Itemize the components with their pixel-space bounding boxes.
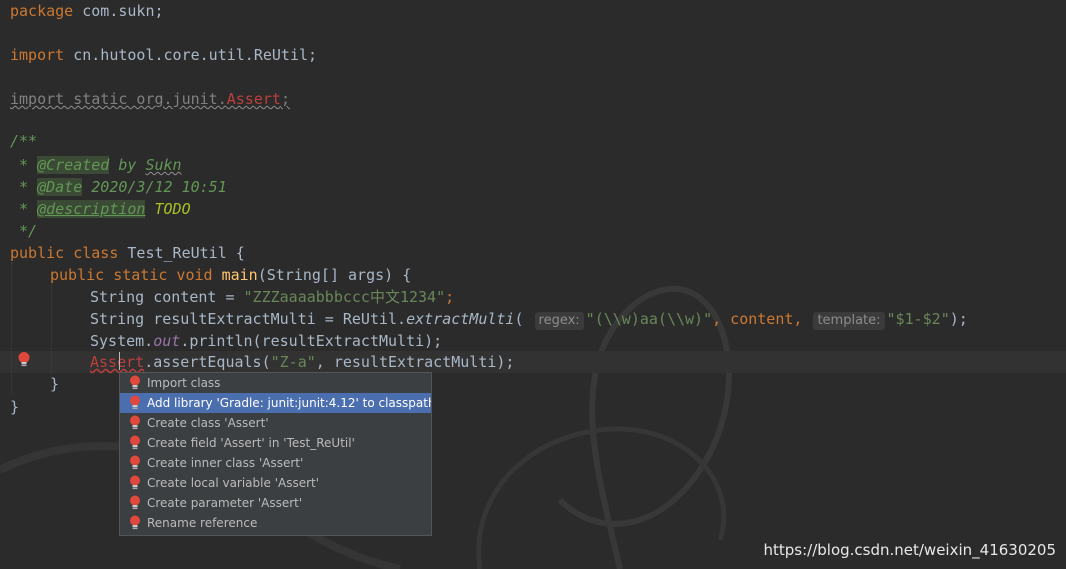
method-name: main <box>221 266 258 284</box>
quick-fix-label: Create local variable 'Assert' <box>147 476 320 490</box>
code-line-package[interactable]: package com.sukn; <box>10 0 164 22</box>
quick-fix-item[interactable]: Create field 'Assert' in 'Test_ReUtil' <box>120 433 431 453</box>
doc-tag-date: @Date <box>37 178 83 196</box>
code-line-class[interactable]: public class Test_ReUtil { <box>10 242 245 264</box>
code-line-doc-date[interactable]: * @Date 2020/3/12 10:51 <box>10 176 227 198</box>
system-class: System. <box>90 332 154 350</box>
quick-fix-popup[interactable]: Import class Add library 'Gradle: junit:j… <box>119 372 432 536</box>
quick-fix-label: Import class <box>147 376 221 390</box>
keyword: public <box>10 244 74 262</box>
red-bulb-icon <box>130 515 140 530</box>
static-field-out: out <box>153 332 181 350</box>
indent-guide <box>51 284 52 374</box>
keyword: package <box>10 2 74 20</box>
quick-fix-item[interactable]: Create class 'Assert' <box>120 413 431 433</box>
keyword: import <box>10 46 65 64</box>
red-bulb-icon <box>130 435 140 450</box>
quick-fix-label: Rename reference <box>147 516 258 530</box>
doc-comment: */ <box>10 222 38 240</box>
code-line-doc-open[interactable]: /** <box>10 130 37 152</box>
param-hint-regex: regex: <box>534 312 584 330</box>
package-name: com.sukn; <box>73 2 164 20</box>
doc-date-value: 2020/3/12 10:51 <box>82 178 227 196</box>
paren: ); <box>949 310 968 328</box>
code-line-println[interactable]: System.out.println(resultExtractMulti); <box>90 330 442 352</box>
import-name: cn.hutool.core.util.ReUtil; <box>64 46 318 64</box>
keyword: class <box>73 244 119 262</box>
red-bulb-icon <box>130 455 140 470</box>
code-line-extract[interactable]: String resultExtractMulti = ReUtil.extra… <box>90 308 968 330</box>
red-bulb-icon <box>130 375 140 390</box>
quick-fix-item[interactable]: Create inner class 'Assert' <box>120 453 431 473</box>
doc-author: Sukn <box>145 156 182 174</box>
semicolon: ; <box>445 288 455 306</box>
println-call: .println(resultExtractMulti); <box>180 332 443 350</box>
doc-todo: TODO <box>145 200 191 218</box>
quick-fix-item[interactable]: Import class <box>120 373 431 393</box>
quick-fix-label: Create field 'Assert' in 'Test_ReUtil' <box>147 436 355 450</box>
doc-tag-description: @description <box>37 200 146 218</box>
declaration: String content = <box>90 288 244 306</box>
assert-call: .assertEquals( <box>144 353 271 371</box>
code-line-close-method[interactable]: } <box>50 373 59 395</box>
doc-comment: * <box>10 200 38 218</box>
red-bulb-icon[interactable] <box>17 351 31 369</box>
code-line-close-class[interactable]: } <box>10 396 19 418</box>
quick-fix-item[interactable]: Create parameter 'Assert' <box>120 493 431 513</box>
code-line-assert[interactable]: Assert.assertEquals("Z-a", resultExtract… <box>90 351 514 373</box>
quick-fix-label: Create inner class 'Assert' <box>147 456 304 470</box>
code-line-doc-description[interactable]: * @description TODO <box>10 198 191 220</box>
quick-fix-label: Create parameter 'Assert' <box>147 496 303 510</box>
paren: ( <box>514 310 533 328</box>
doc-tag-created: @Created <box>37 156 110 174</box>
quick-fix-label: Add library 'Gradle: junit:junit:4.12' t… <box>147 396 431 410</box>
doc-comment: by <box>109 156 146 174</box>
indent-guide <box>11 262 12 396</box>
code-line-import[interactable]: import cn.hutool.core.util.ReUtil; <box>10 44 317 66</box>
code-line-import-static[interactable]: import static org.junit.Assert; <box>10 88 290 110</box>
red-bulb-icon <box>130 495 140 510</box>
string-literal: "$1-$2" <box>886 310 950 328</box>
unused-import: import static org.junit. <box>10 90 227 108</box>
red-bulb-icon <box>130 475 140 490</box>
string-literal: "Z-a" <box>270 353 316 371</box>
quick-fix-item[interactable]: Create local variable 'Assert' <box>120 473 431 493</box>
doc-comment: * <box>10 156 38 174</box>
string-literal: "(\\w)aa(\\w)" <box>585 310 713 328</box>
keyword: public static void <box>50 266 222 284</box>
static-method: extractMulti <box>406 310 515 328</box>
quick-fix-item[interactable]: Rename reference <box>120 513 431 533</box>
assert-args: , resultExtractMulti); <box>315 353 515 371</box>
param-hint-template: template: <box>813 312 885 330</box>
code-line-doc-created[interactable]: * @Created by Sukn <box>10 154 182 176</box>
method-params: (String[] args) { <box>257 266 412 284</box>
unresolved-symbol: Assert <box>226 90 281 108</box>
doc-comment: /** <box>10 132 38 150</box>
red-bulb-icon <box>130 395 140 410</box>
code-line-main[interactable]: public static void main(String[] args) { <box>50 264 411 286</box>
quick-fix-label: Create class 'Assert' <box>147 416 269 430</box>
code-line-content[interactable]: String content = "ZZZaaaabbbccc中文1234"; <box>90 286 454 308</box>
declaration: String resultExtractMulti = ReUtil. <box>90 310 407 328</box>
quick-fix-item[interactable]: Add library 'Gradle: junit:junit:4.12' t… <box>120 393 431 413</box>
string-literal: "ZZZaaaabbbccc中文1234" <box>243 288 446 306</box>
code-line-doc-close[interactable]: */ <box>10 220 37 242</box>
red-bulb-icon <box>130 415 140 430</box>
brace: } <box>50 375 60 393</box>
watermark: https://blog.csdn.net/weixin_41630205 <box>763 541 1056 559</box>
doc-comment: * <box>10 178 38 196</box>
text-caret <box>119 352 120 370</box>
brace: } <box>10 398 20 416</box>
unresolved-symbol[interactable]: Assert <box>90 353 144 371</box>
comma: , content, <box>712 310 812 328</box>
class-name: Test_ReUtil { <box>118 244 245 262</box>
unused-import: ; <box>280 90 290 108</box>
